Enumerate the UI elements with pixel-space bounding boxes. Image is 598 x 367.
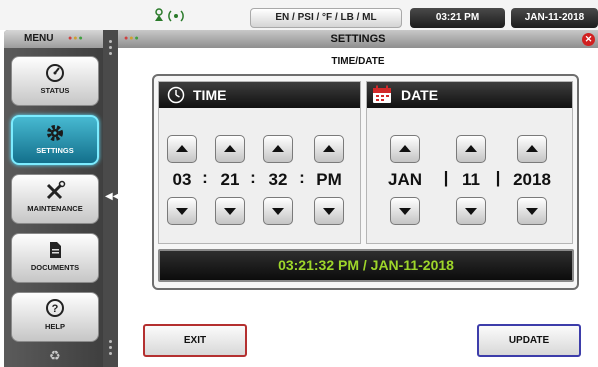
time-separator: : <box>299 168 305 187</box>
top-status-bar: EN / PSI / °F / LB / ML 03:21 PM JAN-11-… <box>0 0 598 30</box>
date-header: DATE <box>367 82 572 108</box>
day-up-button[interactable] <box>456 135 486 163</box>
time-separator: : <box>202 168 208 187</box>
day-down-button[interactable] <box>456 197 486 225</box>
sidebar-item-help[interactable]: ? HELP <box>11 292 99 342</box>
month-value: JAN <box>387 170 422 189</box>
arrow-up-icon <box>272 145 284 152</box>
arrow-down-icon <box>272 208 284 215</box>
calendar-icon <box>372 85 392 104</box>
time-header-label: TIME <box>193 87 227 103</box>
sidebar-item-label: MAINTENANCE <box>27 204 83 213</box>
date-card: DATE JAN | 11 | 2018 <box>366 81 573 244</box>
sidebar-item-settings[interactable]: SETTINGS <box>11 115 99 165</box>
document-icon <box>12 239 98 261</box>
units-selector[interactable]: EN / PSI / °F / LB / ML <box>250 8 402 28</box>
recycle-icon: ♻ <box>49 348 61 363</box>
date-separator: | <box>495 168 501 187</box>
settings-window: ●●● SETTINGS ✕ TIME/DATE TIME 03 : 21 : … <box>118 30 598 367</box>
arrow-down-icon <box>465 208 477 215</box>
tools-icon <box>12 180 98 202</box>
grip-dot-icon <box>109 352 112 355</box>
sidebar-item-status[interactable]: STATUS <box>11 56 99 106</box>
month-down-button[interactable] <box>390 197 420 225</box>
arrow-up-icon <box>399 145 411 152</box>
hour-up-button[interactable] <box>167 135 197 163</box>
ampm-down-button[interactable] <box>314 197 344 225</box>
clock-display: 03:21 PM <box>410 8 505 28</box>
year-value: 2018 <box>513 170 551 189</box>
sidebar-item-label: HELP <box>44 322 65 331</box>
grip-dot-icon <box>109 52 112 55</box>
year-down-button[interactable] <box>517 197 547 225</box>
exit-button[interactable]: EXIT <box>143 324 247 357</box>
time-header: TIME <box>159 82 360 108</box>
sidebar-item-maintenance[interactable]: MAINTENANCE <box>11 174 99 224</box>
date-display: JAN-11-2018 <box>511 8 598 28</box>
grip-dot-icon <box>109 346 112 349</box>
grip-dot-icon <box>109 46 112 49</box>
gauge-icon <box>12 62 98 84</box>
year-up-button[interactable] <box>517 135 547 163</box>
window-title: SETTINGS <box>330 33 386 45</box>
second-up-button[interactable] <box>263 135 293 163</box>
sidebar-menu: MENU ●●● STATUS SETTINGS MAINTENANCE DOC… <box>4 30 117 367</box>
close-icon[interactable]: ✕ <box>582 33 595 46</box>
arrow-down-icon <box>526 208 538 215</box>
sidebar-item-label: STATUS <box>40 86 70 95</box>
datetime-readout: 03:21:32 PM / JAN-11-2018 <box>158 249 574 282</box>
sidebar-header: MENU ●●● <box>4 30 117 48</box>
menu-title: MENU <box>24 33 54 44</box>
hour-down-button[interactable] <box>167 197 197 225</box>
network-signal-icon <box>152 7 192 25</box>
sidebar-item-documents[interactable]: DOCUMENTS <box>11 233 99 283</box>
time-separator: : <box>250 168 256 187</box>
update-button[interactable]: UPDATE <box>477 324 581 357</box>
arrow-down-icon <box>176 208 188 215</box>
minute-up-button[interactable] <box>215 135 245 163</box>
date-separator: | <box>443 168 449 187</box>
page-subtitle: TIME/DATE <box>331 56 385 67</box>
window-header: ●●● SETTINGS ✕ <box>118 30 598 48</box>
month-up-button[interactable] <box>390 135 420 163</box>
ampm-value: PM <box>316 170 342 189</box>
arrow-up-icon <box>323 145 335 152</box>
window-dots-icon: ●●● <box>68 35 84 42</box>
date-header-label: DATE <box>401 87 439 103</box>
grip-dot-icon <box>109 40 112 43</box>
sidebar-item-label: SETTINGS <box>36 146 74 155</box>
arrow-up-icon <box>224 145 236 152</box>
second-down-button[interactable] <box>263 197 293 225</box>
minute-down-button[interactable] <box>215 197 245 225</box>
help-icon: ? <box>12 298 98 320</box>
minute-value: 21 <box>220 170 240 189</box>
sidebar-item-label: DOCUMENTS <box>30 263 80 272</box>
gear-icon <box>13 122 97 144</box>
arrow-up-icon <box>465 145 477 152</box>
arrow-up-icon <box>176 145 188 152</box>
arrow-down-icon <box>323 208 335 215</box>
arrow-down-icon <box>399 208 411 215</box>
ampm-up-button[interactable] <box>314 135 344 163</box>
arrow-down-icon <box>224 208 236 215</box>
day-value: 11 <box>462 170 480 189</box>
grip-dot-icon <box>109 340 112 343</box>
hour-value: 03 <box>172 170 192 189</box>
time-date-panel: TIME 03 : 21 : 32 : PM DATE JAN | 11 | 2… <box>152 74 579 290</box>
second-value: 32 <box>268 170 288 189</box>
time-card: TIME 03 : 21 : 32 : PM <box>158 81 361 244</box>
svg-text:?: ? <box>52 303 59 315</box>
arrow-up-icon <box>526 145 538 152</box>
clock-icon <box>167 86 185 104</box>
